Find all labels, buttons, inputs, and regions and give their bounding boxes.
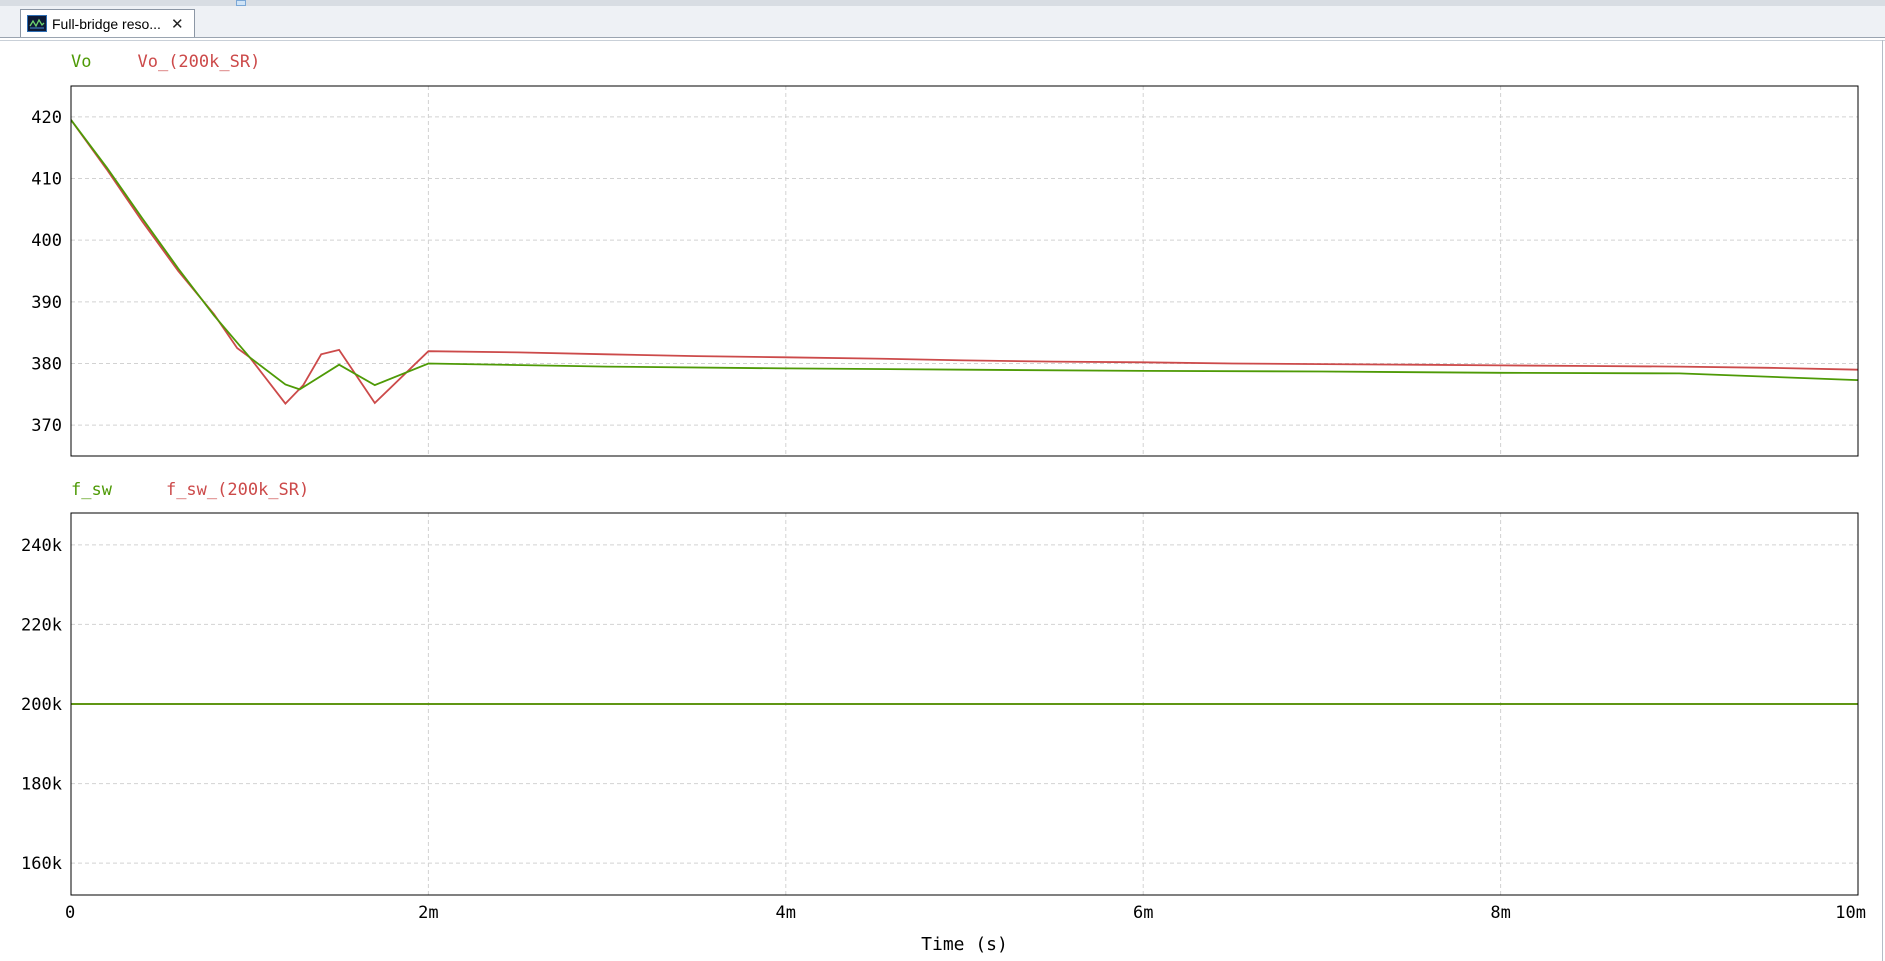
series-vo xyxy=(71,119,1858,391)
x-axis-label: Time (s) xyxy=(921,934,1008,955)
y-tick-label: 370 xyxy=(31,416,62,436)
x-tick-label: 10m xyxy=(1835,903,1866,923)
x-tick-label: 2m xyxy=(418,903,438,923)
y-tick-label: 390 xyxy=(31,293,62,313)
x-tick-label: 8m xyxy=(1490,903,1510,923)
y-tick-label: 420 xyxy=(31,108,62,128)
y-tick-label: 380 xyxy=(31,355,62,375)
y-tick-label: 410 xyxy=(31,170,62,190)
y-tick-label: 240k xyxy=(21,536,62,556)
y-tick-label: 160k xyxy=(21,854,62,874)
y-tick-label: 220k xyxy=(21,615,62,635)
x-tick-label: 4m xyxy=(776,903,796,923)
right-border xyxy=(1882,40,1883,961)
plot-1: 370 380 390 400 410 420 xyxy=(31,85,1859,457)
x-tick-label: 6m xyxy=(1133,903,1153,923)
plot-2: 160k 180k 200k 220k 240k xyxy=(21,512,1859,896)
y-tick-label: 400 xyxy=(31,231,62,251)
waveform-chart: 370 380 390 400 410 420 160k 180k 200k 220k 240k 0 2… xyxy=(21,85,1866,955)
series-vo-200k-sr- xyxy=(71,119,1858,405)
x-tick-label: 0 xyxy=(65,903,75,923)
y-tick-label: 180k xyxy=(21,775,62,795)
plot-frame xyxy=(70,85,1859,457)
y-tick-label: 200k xyxy=(21,695,62,715)
